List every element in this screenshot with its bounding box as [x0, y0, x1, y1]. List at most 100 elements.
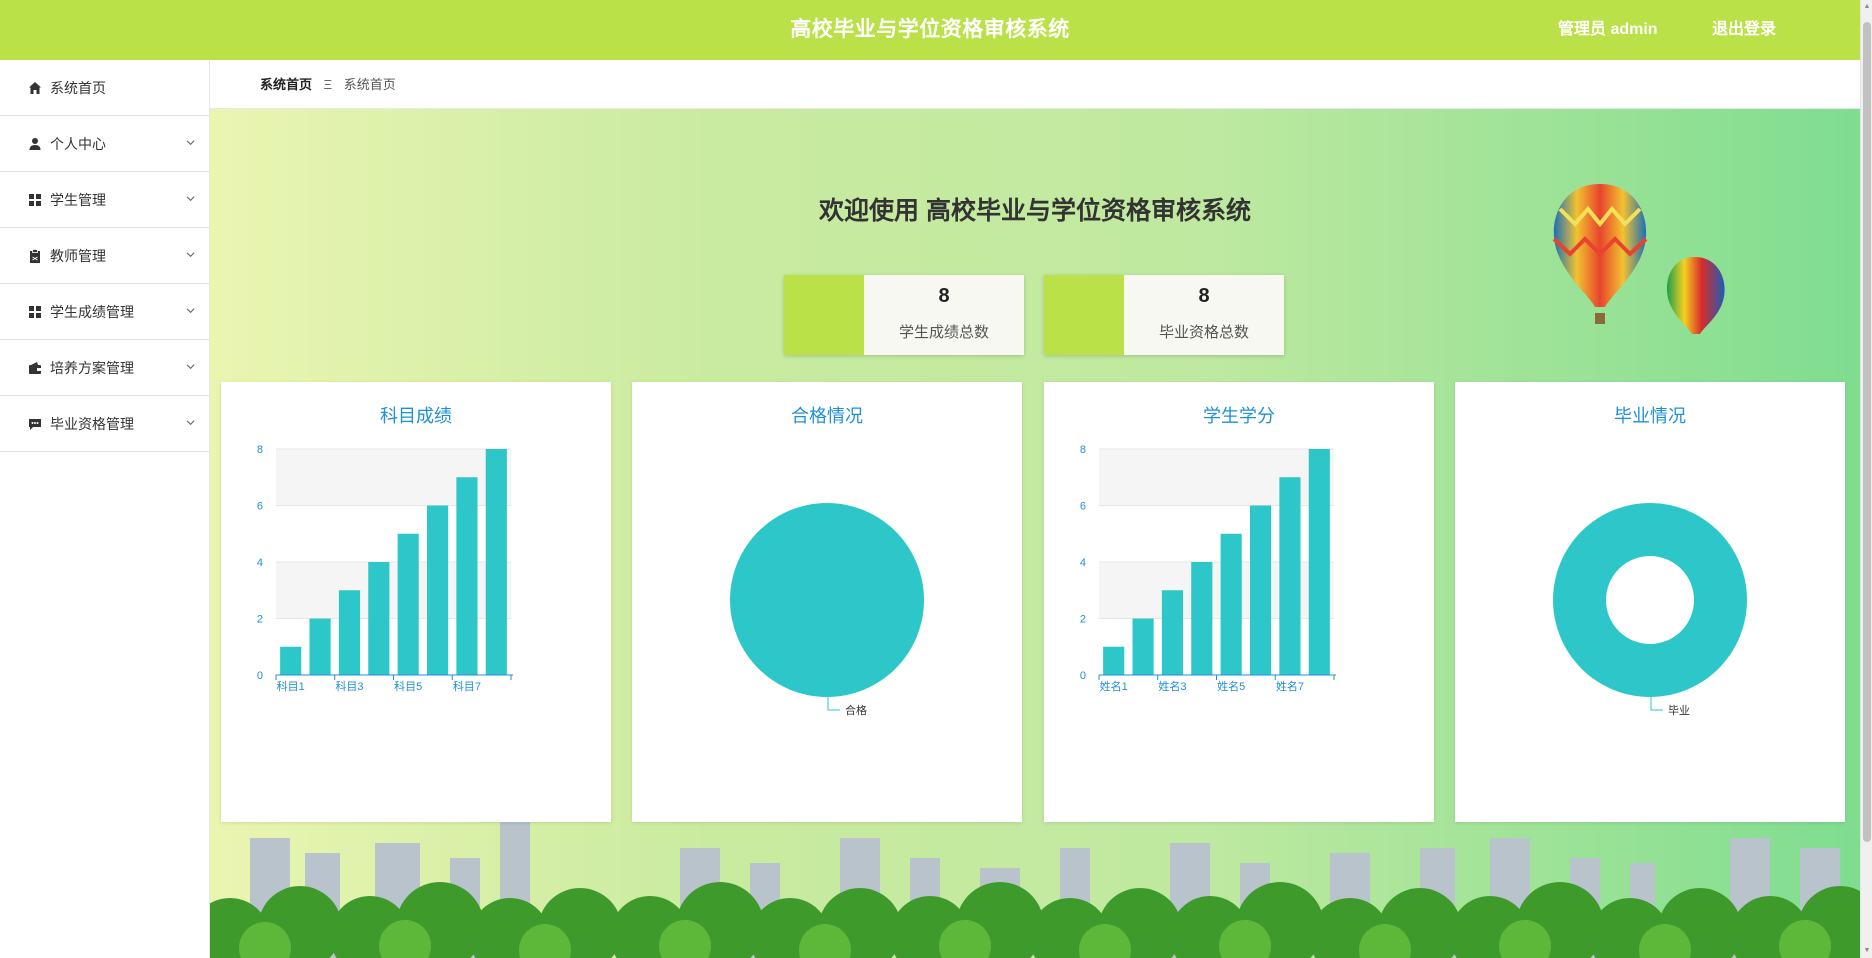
wallet-icon [28, 361, 42, 375]
bar[interactable] [397, 533, 419, 675]
sidebar: 系统首页 个人中心 学生管理 教师管理 学生成绩管理 培养方案管理 毕业资格管理 [0, 60, 210, 958]
donut-chart-graduation-status: 毕业 [1553, 503, 1747, 717]
chat-icon [28, 417, 42, 431]
y-tick-label: 4 [257, 557, 263, 569]
chart-card-student-credits: 学生学分 0 2 4 6 8 姓名1 姓名3 姓名5 姓名7 [1044, 382, 1434, 822]
breadcrumb-bar: 系统首页 Ξ 系统首页 [210, 60, 1860, 109]
donut-hole [1606, 556, 1694, 644]
stat-card-swatch [784, 275, 864, 355]
breadcrumb-separator: Ξ [323, 77, 333, 92]
welcome-heading: 欢迎使用 高校毕业与学位资格审核系统 [819, 197, 1251, 225]
chevron-down-icon [186, 308, 195, 314]
chevron-down-icon [186, 420, 195, 426]
chart-card-subject-scores: 科目成绩 0 2 4 6 8 科目1 科目3 科目5 科目7 [221, 382, 611, 822]
bar[interactable] [1103, 646, 1125, 675]
y-tick-label: 0 [1080, 670, 1086, 682]
breadcrumb: 系统首页 Ξ 系统首页 [260, 60, 396, 109]
bar[interactable] [456, 477, 478, 675]
grid-icon [28, 193, 42, 207]
main-content: 系统首页 Ξ 系统首页 欢迎使用 高校毕业与学位资格审核系统 8 学生成绩总数 … [210, 60, 1860, 958]
sidebar-item-home[interactable]: 系统首页 [0, 60, 209, 116]
bar[interactable] [338, 590, 361, 675]
y-tick-label: 0 [257, 670, 263, 682]
x-tick-label: 科目5 [394, 679, 422, 693]
stat-card-swatch [1044, 275, 1124, 355]
sidebar-item-label: 培养方案管理 [50, 359, 134, 376]
x-tick-label: 科目7 [453, 679, 481, 693]
sidebar-item-label: 教师管理 [50, 247, 106, 264]
chevron-down-icon [186, 252, 195, 258]
sidebar-item-score-management[interactable]: 学生成绩管理 [0, 284, 209, 340]
y-tick-label: 2 [257, 614, 263, 626]
sidebar-item-label: 学生管理 [50, 191, 106, 208]
page-scrollbar[interactable]: ▲ ▼ [1860, 0, 1872, 958]
sidebar-item-personal-center[interactable]: 个人中心 [0, 116, 209, 172]
sidebar-item-graduation-qualification-management[interactable]: 毕业资格管理 [0, 396, 209, 452]
stat-card-graduation-total: 8 毕业资格总数 [1044, 275, 1284, 355]
city-skyline-illustration [210, 818, 1860, 958]
grid-icon [28, 305, 42, 319]
chevron-down-icon [186, 364, 195, 370]
y-tick-label: 2 [1080, 614, 1086, 626]
top-bar: 高校毕业与学位资格审核系统 管理员 admin 退出登录 [0, 0, 1860, 60]
x-tick-label: 科目3 [335, 679, 363, 693]
chart-card-graduation-status: 毕业情况 毕业 [1455, 382, 1845, 822]
sidebar-item-label: 毕业资格管理 [50, 415, 134, 432]
chart-card-pass-status: 合格情况 合格 [632, 382, 1022, 822]
sidebar-item-label: 个人中心 [50, 135, 106, 152]
bar[interactable] [1161, 590, 1184, 675]
scroll-up-arrow-icon[interactable]: ▲ [1863, 3, 1871, 11]
scrollbar-thumb[interactable] [1863, 22, 1871, 842]
chevron-down-icon [186, 196, 195, 202]
bar-chart-subject-scores: 0 2 4 6 8 科目1 科目3 科目5 科目7 [257, 444, 513, 693]
bar[interactable] [1191, 562, 1213, 675]
bar[interactable] [309, 618, 331, 676]
y-tick-label: 8 [257, 444, 263, 456]
pie-slice[interactable] [730, 503, 924, 697]
slice-label: 合格 [845, 703, 867, 717]
sidebar-item-label: 学生成绩管理 [50, 303, 134, 320]
stat-label: 毕业资格总数 [1158, 324, 1249, 341]
sidebar-item-training-plan-management[interactable]: 培养方案管理 [0, 340, 209, 396]
bar[interactable] [426, 505, 449, 676]
clipboard-icon [28, 248, 42, 263]
x-tick-label: 姓名5 [1217, 679, 1245, 693]
bar[interactable] [1249, 505, 1272, 676]
bar[interactable] [1279, 477, 1301, 675]
pie-chart-pass-status: 合格 [730, 503, 924, 717]
sidebar-item-teacher-management[interactable]: 教师管理 [0, 228, 209, 284]
stat-card-score-total: 8 学生成绩总数 [784, 275, 1024, 355]
user-icon [28, 137, 42, 151]
slice-label-line [1650, 697, 1663, 711]
dashboard-hero: 欢迎使用 高校毕业与学位资格审核系统 8 学生成绩总数 8 毕业资格总数 科目成… [210, 109, 1860, 958]
scroll-down-arrow-icon[interactable]: ▼ [1863, 947, 1871, 955]
y-tick-label: 6 [257, 501, 263, 513]
y-tick-label: 6 [1080, 501, 1086, 513]
x-tick-label: 姓名3 [1158, 679, 1186, 693]
sidebar-item-label: 系统首页 [50, 79, 106, 96]
stat-label: 学生成绩总数 [898, 324, 989, 341]
breadcrumb-current-page: 系统首页 [343, 77, 396, 92]
bar-chart-student-credits: 0 2 4 6 8 姓名1 姓名3 姓名5 姓名7 [1080, 444, 1336, 693]
home-icon [28, 81, 42, 95]
logout-button[interactable]: 退出登录 [1712, 0, 1776, 60]
bar[interactable] [1132, 618, 1154, 676]
sidebar-item-student-management[interactable]: 学生管理 [0, 172, 209, 228]
stat-value: 8 [1198, 285, 1210, 307]
chevron-down-icon [186, 140, 195, 146]
bar[interactable] [485, 449, 507, 675]
y-tick-label: 8 [1080, 444, 1086, 456]
breadcrumb-home-link[interactable]: 系统首页 [260, 77, 312, 92]
x-tick-label: 科目1 [277, 679, 305, 693]
x-tick-label: 姓名7 [1276, 679, 1304, 693]
bar[interactable] [280, 646, 302, 675]
current-user[interactable]: 管理员 admin [1558, 0, 1658, 60]
slice-label-line [827, 697, 840, 711]
bar[interactable] [368, 562, 390, 675]
stat-value: 8 [938, 285, 950, 307]
x-tick-label: 姓名1 [1100, 679, 1128, 693]
y-tick-label: 4 [1080, 557, 1086, 569]
bar[interactable] [1308, 449, 1330, 675]
bar[interactable] [1220, 533, 1242, 675]
slice-label: 毕业 [1668, 704, 1690, 717]
